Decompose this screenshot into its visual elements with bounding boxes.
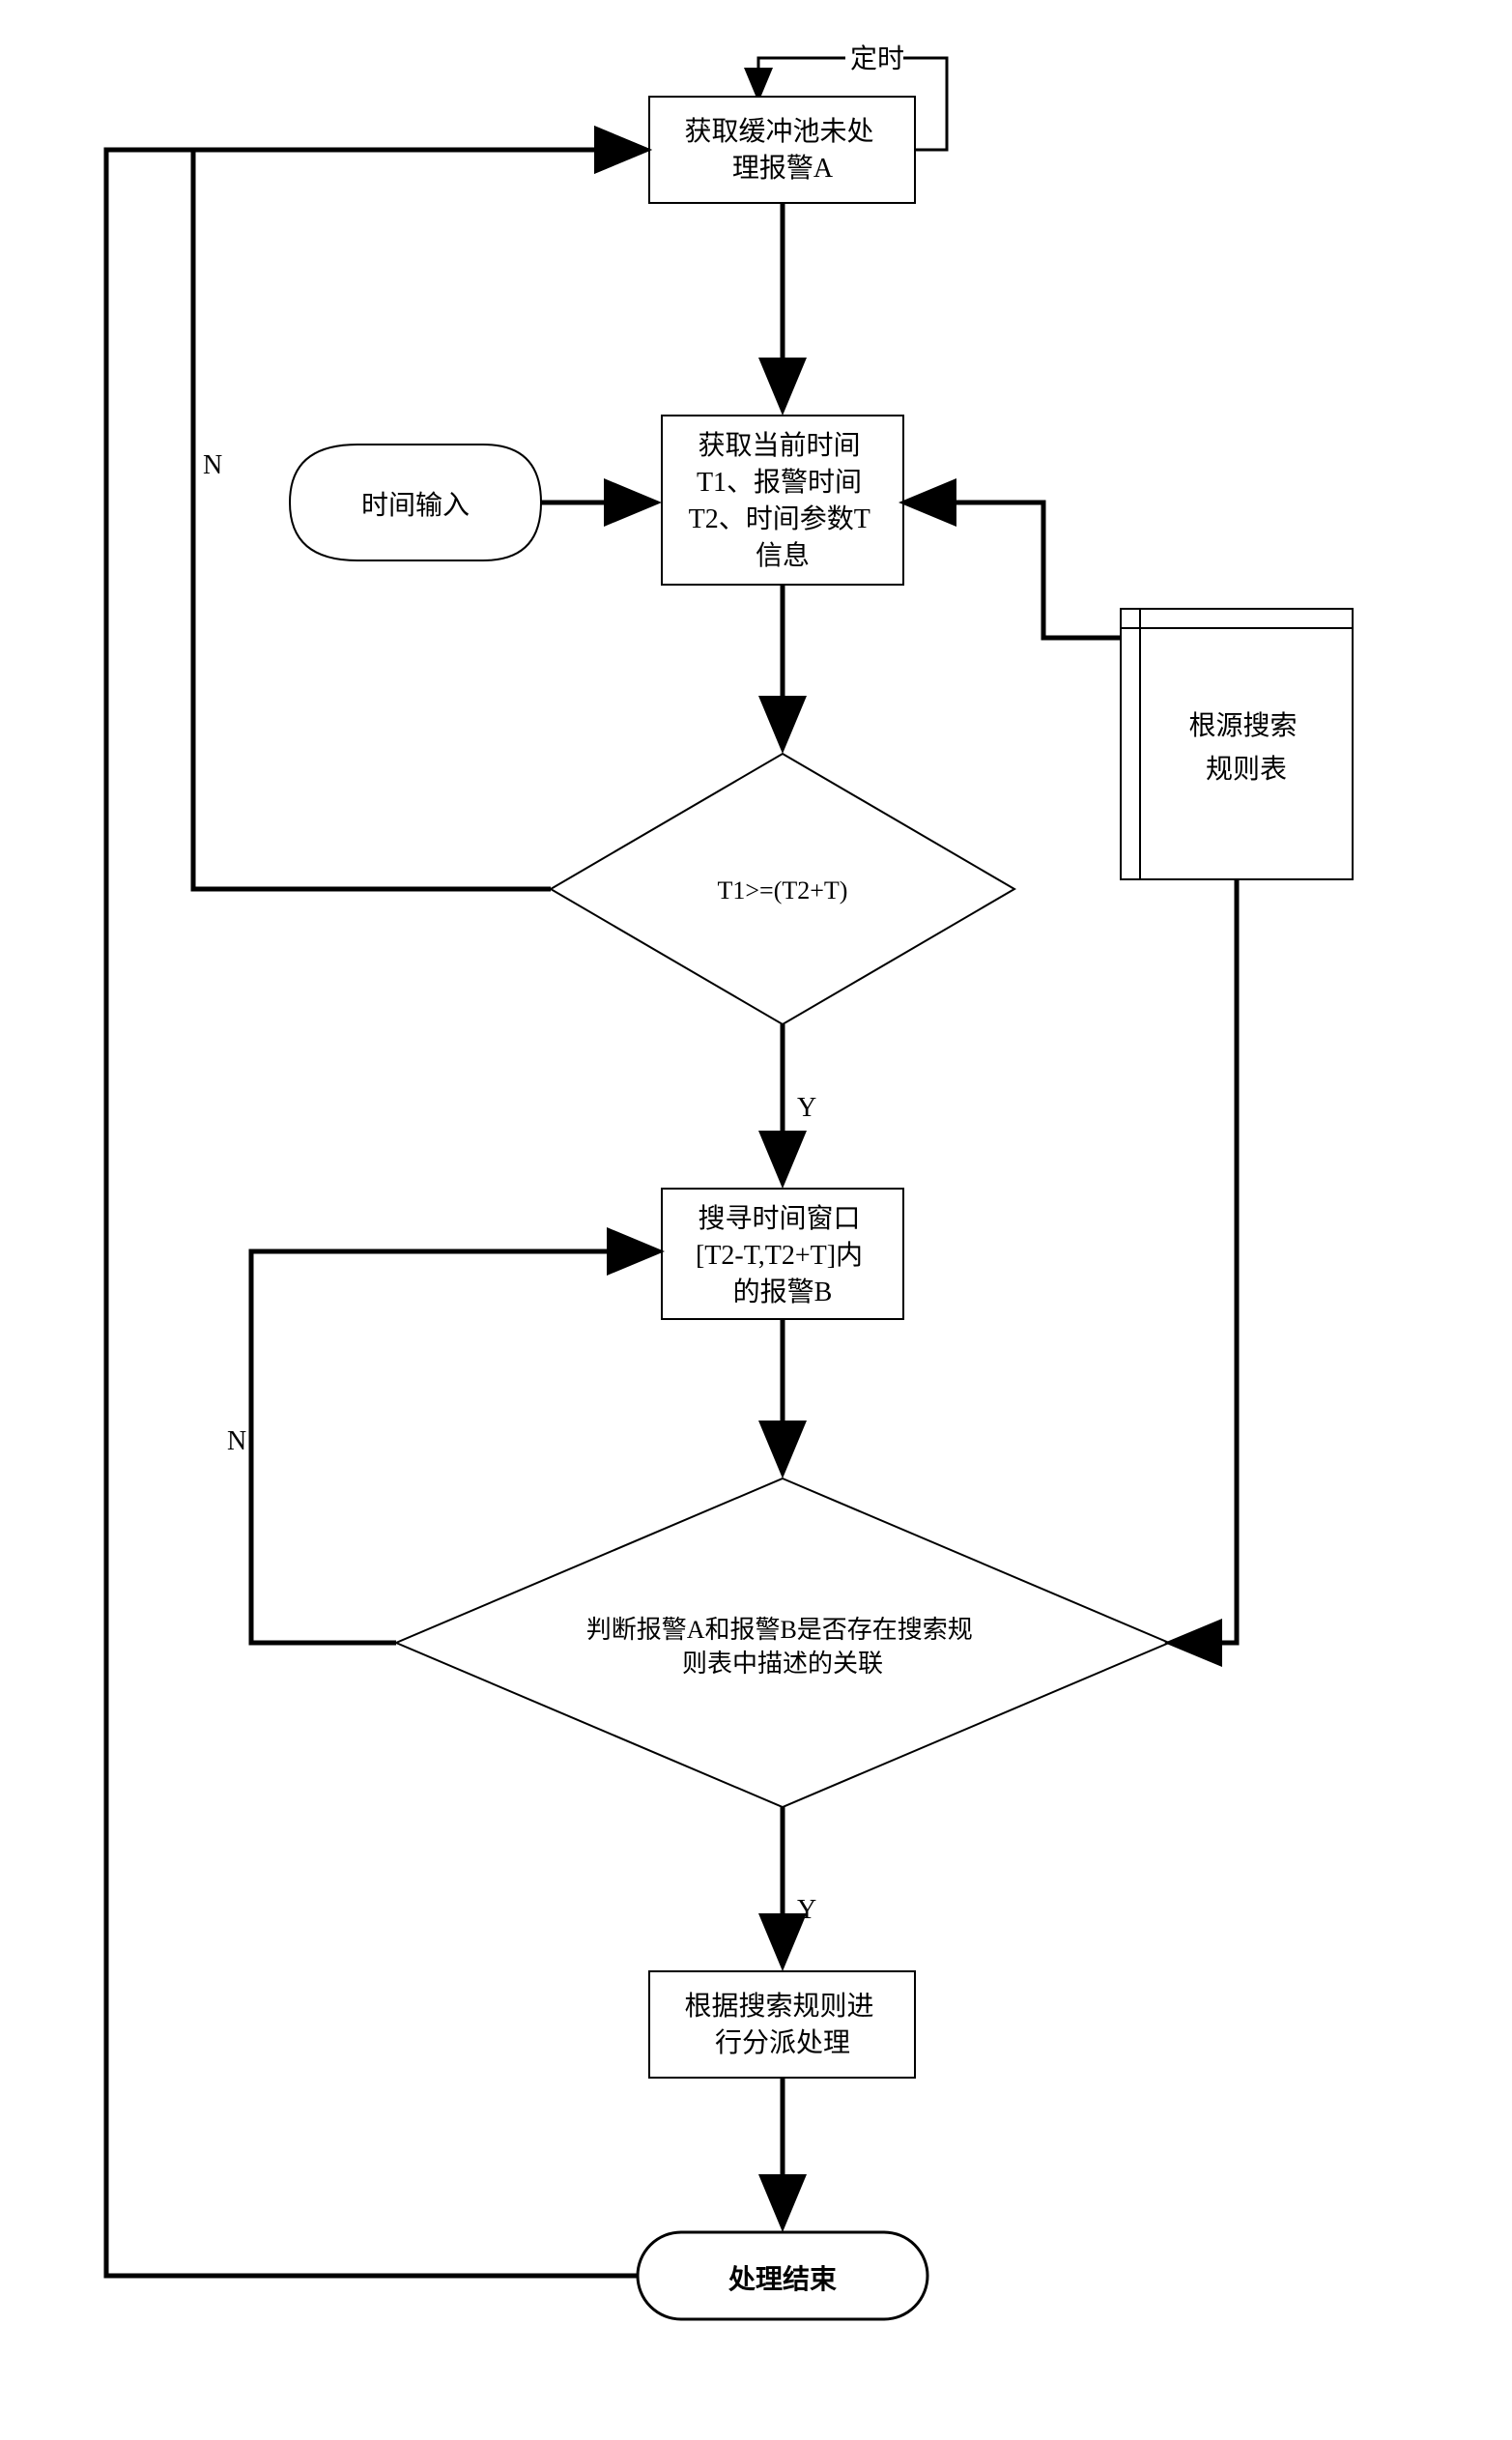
arrow-timer xyxy=(758,58,845,97)
flowchart-diagram: 定时 获取缓冲池未处 理报警A 时间输入 获取当前时间 T1、报警时间 T2、时… xyxy=(0,0,1512,2440)
end-text: 处理结束 xyxy=(727,2264,837,2295)
step1-box xyxy=(649,97,915,203)
d2-no-label: N xyxy=(227,1426,246,1456)
arrow-rules-d2 xyxy=(1174,879,1237,1643)
decision1-text: T1>=(T2+T) xyxy=(718,876,848,904)
timer-label: 定时 xyxy=(850,43,904,74)
d1-yes-label: Y xyxy=(797,1093,816,1123)
rules-table-shape xyxy=(1121,609,1353,879)
d2-yes-label: Y xyxy=(797,1895,816,1925)
d1-no-label: N xyxy=(203,450,222,480)
arrow-rules-s2 xyxy=(908,502,1121,638)
time-input-text: 时间输入 xyxy=(361,490,470,521)
step4-box xyxy=(649,1971,915,2078)
